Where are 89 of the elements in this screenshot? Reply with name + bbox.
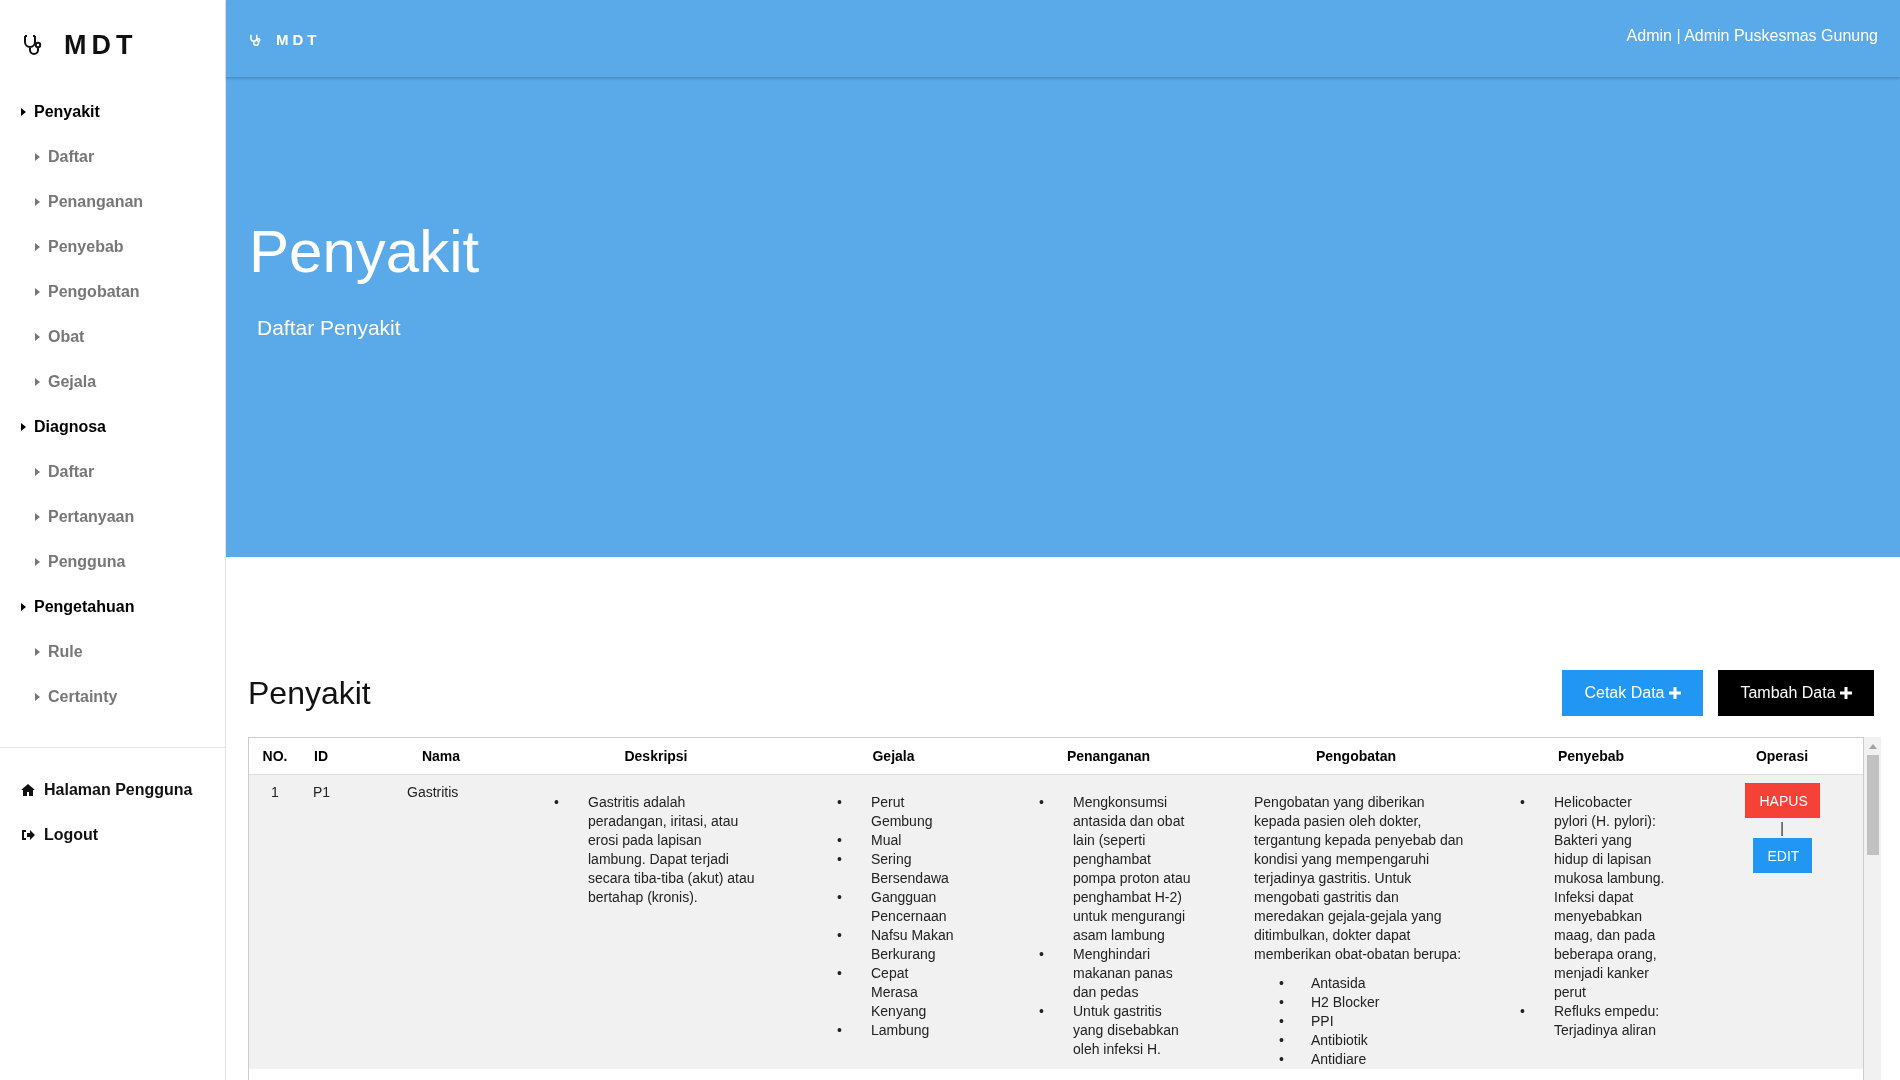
delete-button[interactable]: HAPUS — [1744, 783, 1820, 818]
bullet-marker: • — [837, 793, 843, 812]
bullet-marker: • — [1039, 793, 1045, 812]
logout-icon — [21, 828, 35, 841]
symptom-item: Sering Bersendawa — [871, 850, 950, 888]
page-subtitle: Daftar Penyakit — [257, 316, 402, 340]
scroll-up-icon[interactable] — [1868, 744, 1877, 749]
caret-icon — [21, 422, 26, 431]
caret-icon — [35, 152, 40, 161]
caret-icon — [35, 242, 40, 251]
caret-icon — [21, 107, 26, 116]
symptom-item: Gangguan Pencernaan — [871, 888, 948, 926]
bullet-marker: • — [837, 850, 843, 869]
sidebar-subitem[interactable]: Daftar — [0, 449, 225, 494]
caret-icon — [35, 332, 40, 341]
medication-item: PPI — [1311, 1012, 1334, 1031]
sidebar-subitem[interactable]: Penanganan — [0, 179, 225, 224]
cause-item: Helicobacter pylori (H. pylori): Bakteri yang hidup di lapisan mukosa lambung. Infeksi dapat menyebabkan maag, dan pada beberapa orang, menjadi kanker perut — [1554, 793, 1666, 1002]
treatment-item: Mengkonsumsi antasida dan obat lain (seperti penghambat pompa proton atau penghambat H-2) untuk mengurangi asam lambung — [1073, 793, 1191, 945]
sidebar-item[interactable]: Penyakit — [0, 89, 225, 134]
bullet-marker: • — [837, 964, 843, 983]
section-title: Penyakit — [248, 674, 371, 712]
treatment-item: Untuk gastritis yang disebabkan oleh infeksi H. — [1073, 1002, 1180, 1059]
symptom-item: Cepat Merasa Kenyang — [871, 964, 928, 1021]
table-cell: 1 — [249, 774, 301, 1069]
plus-icon — [1668, 687, 1681, 699]
treatment-item: Menghindari makanan panas dan pedas — [1073, 945, 1174, 1002]
table-cell: P1 — [301, 774, 371, 1069]
bullet-marker: • — [1279, 1031, 1285, 1050]
bullet-marker: • — [1039, 945, 1045, 964]
bullet-marker: • — [837, 926, 843, 945]
symptom-item: Perut Gembung — [871, 793, 934, 831]
sidebar-subitem[interactable]: Pengobatan — [0, 269, 225, 314]
add-data-button[interactable]: Tambah Data — [1718, 670, 1874, 716]
plus-icon — [1839, 687, 1852, 699]
bullet-marker: • — [1520, 1002, 1526, 1021]
symptom-item: Nafsu Makan Berkurang — [871, 926, 955, 964]
sidebar-subitem[interactable]: Obat — [0, 314, 225, 359]
sidebar-subitem[interactable]: Pertanyaan — [0, 494, 225, 539]
caret-icon — [35, 512, 40, 521]
brand-text: MDT — [276, 31, 321, 48]
caret-icon — [21, 602, 26, 611]
bullet-marker: • — [1279, 1012, 1285, 1031]
medication-item: Antasida — [1311, 974, 1366, 993]
caret-icon — [35, 287, 40, 296]
description-text: Gastritis adalah peradangan, iritasi, atau erosi pada lapisan lambung. Dapat terjadi secara tiba-tiba (akut) atau bertahap (kronis). — [588, 793, 756, 907]
medication-text: Pengobatan yang diberikan kepada pasien oleh dokter, tergantung kepada penyebab dan kondisi yang mempengaruhi terjadinya gastritis. Untuk mengobati gastritis dan meredakan gejala-gejala yang ditimbulkan, dokter dapat memberikan obat-obatan berupa: — [1254, 793, 1465, 964]
caret-icon — [35, 557, 40, 566]
edit-button[interactable]: EDIT — [1752, 838, 1812, 873]
bullet-marker: • — [1279, 1050, 1285, 1069]
app-logo-text: MDT — [64, 29, 138, 61]
caret-icon — [35, 197, 40, 206]
sidebar-subitem[interactable]: Daftar — [0, 134, 225, 179]
sidebar-subitem[interactable]: Gejala — [0, 359, 225, 404]
symptom-item: Mual — [871, 831, 903, 850]
separator-text: | — [1780, 819, 1784, 838]
bullet-marker: • — [837, 1021, 843, 1040]
cause-item: Refluks empedu: Terjadinya aliran — [1554, 1002, 1661, 1040]
sidebar-link[interactable]: Logout — [0, 812, 225, 857]
sidebar-item[interactable]: Diagnosa — [0, 404, 225, 449]
caret-icon — [35, 467, 40, 476]
sidebar-subitem[interactable]: Pengguna — [0, 539, 225, 584]
medication-item: Antidiare — [1311, 1050, 1367, 1069]
bullet-marker: • — [1279, 993, 1285, 1012]
sidebar-link[interactable]: Halaman Pengguna — [0, 767, 225, 812]
sidebar-item[interactable]: Pengetahuan — [0, 584, 225, 629]
bullet-marker: • — [1520, 793, 1526, 812]
medication-item: Antibiotik — [1311, 1031, 1368, 1050]
scrollbar[interactable] — [1864, 737, 1881, 1080]
bullet-marker: • — [1039, 1002, 1045, 1021]
caret-icon — [35, 377, 40, 386]
bullet-marker: • — [837, 888, 843, 907]
page-title: Penyakit — [249, 217, 481, 287]
symptom-item: Lambung — [871, 1021, 931, 1040]
bullet-marker: • — [554, 793, 560, 812]
caret-icon — [35, 647, 40, 656]
sidebar-subitem[interactable]: Rule — [0, 629, 225, 674]
sidebar-subitem[interactable]: Penyebab — [0, 224, 225, 269]
caret-icon — [35, 692, 40, 701]
user-label: Admin | Admin Puskesmas Gunung — [1626, 26, 1878, 45]
bullet-marker: • — [1279, 974, 1285, 993]
stethoscope-icon — [248, 32, 262, 47]
table-cell: Gastritis — [371, 774, 511, 1069]
sidebar-subitem[interactable]: Certainty — [0, 674, 225, 719]
medication-item: H2 Blocker — [1311, 993, 1380, 1012]
scrollbar-thumb[interactable] — [1866, 755, 1879, 855]
print-data-button[interactable]: Cetak Data — [1562, 670, 1703, 716]
bullet-marker: • — [837, 831, 843, 850]
home-icon — [21, 783, 35, 796]
